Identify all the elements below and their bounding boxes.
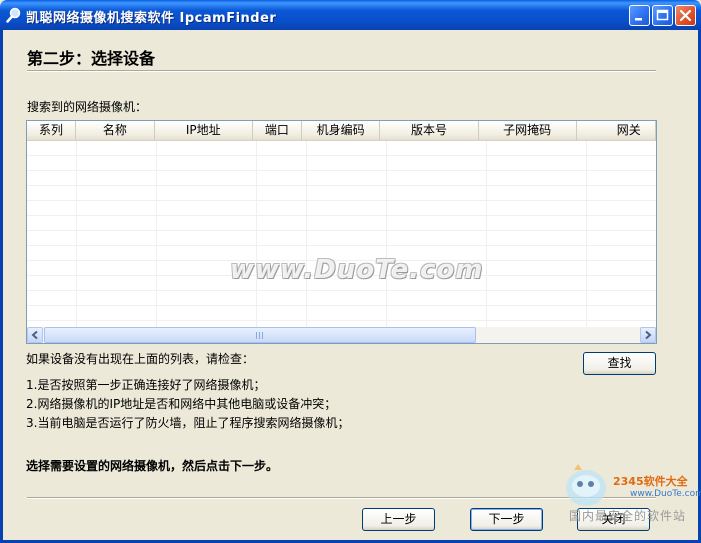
device-list-label: 搜索到的网络摄像机： [27,100,148,114]
minimize-button[interactable] [629,5,650,26]
thumb-grip [256,332,263,339]
next-step-button[interactable]: 下一步 [470,508,543,531]
window-frame-left [0,30,3,543]
prev-step-button[interactable]: 上一步 [362,508,435,531]
device-list-body[interactable] [27,141,656,327]
column-gridline [486,141,487,327]
hint-item: 1.是否按照第一步正确连接好了网络摄像机； [26,378,266,392]
minimize-icon [635,18,642,21]
column-gridline [586,141,587,327]
chevron-left-icon [31,330,38,340]
maximize-button[interactable] [652,5,673,26]
chevron-right-icon [645,330,652,340]
logo-url: www.DuoTe.com [630,489,701,499]
column-gridline [76,141,77,327]
column-header-subnet[interactable]: 子网掩码 [479,121,577,140]
scroll-right-button[interactable] [640,327,656,343]
header-divider [27,70,656,72]
column-header-version[interactable]: 版本号 [380,121,479,140]
window-title: 凯聪网络摄像机搜索软件 IpcamFinder [26,11,277,26]
column-gridline [256,141,257,327]
column-header-gateway[interactable]: 网关 [577,121,656,140]
watermark: www.DuoTe.com [230,255,484,285]
device-list-header: 系列 名称 IP地址 端口 机身编码 版本号 子网掩码 网关 [27,121,656,141]
hints-title: 如果设备没有出现在上面的列表，请检查： [26,352,255,366]
column-header-port[interactable]: 端口 [253,121,302,140]
instruction-text: 选择需要设置的网络摄像机，然后点击下一步。 [26,459,279,473]
hint-item: 3.当前电脑是否运行了防火墙，阻止了程序搜索网络摄像机； [26,416,350,430]
horizontal-scrollbar[interactable] [27,327,656,343]
close-window-button[interactable] [675,5,696,26]
column-header-series[interactable]: 系列 [27,121,77,140]
logo-brand: 2345软件大全 [613,475,688,488]
magnifier-icon [6,7,21,23]
search-button[interactable]: 查找 [583,352,656,375]
close-icon [679,9,692,22]
hint-item: 2.网络摄像机的IP地址是否和网络中其他电脑或设备冲突； [26,397,337,411]
scroll-left-button[interactable] [27,327,43,343]
step-title: 第二步：选择设备 [27,49,156,68]
maximize-icon [656,9,669,21]
scrollbar-thumb[interactable] [44,327,476,343]
column-gridline [156,141,157,327]
device-list[interactable]: 系列 名称 IP地址 端口 机身编码 版本号 子网掩码 网关 [26,120,657,344]
column-header-ip[interactable]: IP地址 [155,121,253,140]
column-gridline [386,141,387,327]
logo-tagline: 国内最安全的软件站 [569,509,687,523]
title-bar[interactable]: 凯聪网络摄像机搜索软件 IpcamFinder [0,0,701,30]
column-header-serial[interactable]: 机身编码 [302,121,381,140]
column-header-name[interactable]: 名称 [76,121,155,140]
column-gridline [306,141,307,327]
